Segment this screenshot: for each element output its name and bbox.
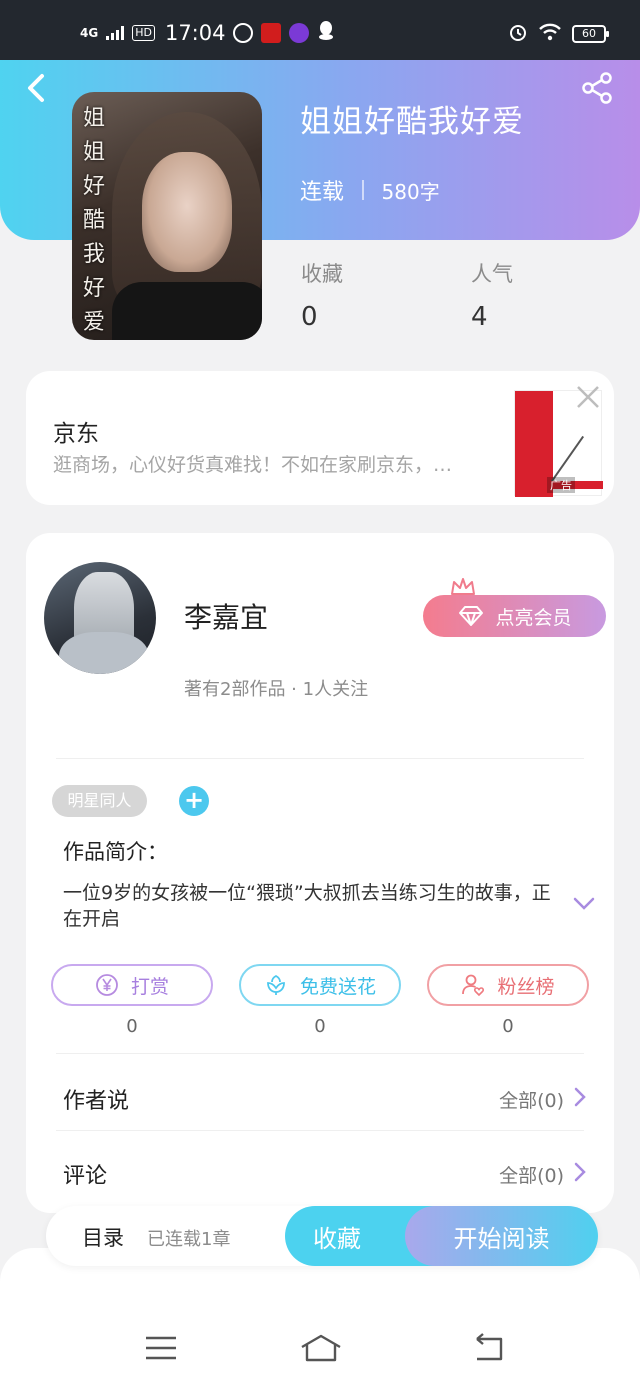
yen-icon: [96, 974, 118, 996]
chevron-right-icon[interactable]: [573, 1086, 587, 1108]
book-meta: 连载 580字: [300, 174, 440, 206]
author-notes-all-link[interactable]: 全部(0): [499, 1086, 564, 1113]
genre-tag[interactable]: 明星同人: [52, 785, 147, 817]
chevron-down-icon: [573, 897, 595, 910]
avatar[interactable]: [44, 562, 156, 674]
intro-text: 一位9岁的女孩被一位“猥琐”大叔抓去当练习生的故事，正在开启: [63, 882, 551, 930]
stat-favorites: 收藏 0: [301, 258, 343, 332]
app-notification-icon: [233, 22, 254, 43]
wifi-icon: [538, 23, 562, 45]
book-title: 姐姐好酷我好爱: [300, 104, 524, 140]
stat-value: 0: [301, 302, 318, 332]
fans-icon: [462, 974, 485, 997]
author-name[interactable]: 李嘉宜: [184, 596, 268, 636]
add-tag-button[interactable]: +: [179, 786, 209, 816]
stat-popularity: 人气 4: [471, 258, 513, 332]
comments-all-link[interactable]: 全部(0): [499, 1161, 564, 1188]
ad-card[interactable]: 京东 逛商场，心仪好货真难找！不如在家刷京东，… 广告: [26, 371, 614, 505]
alarm-icon: [508, 22, 528, 46]
fan-count: 0: [502, 1016, 514, 1037]
book-status: 连载: [300, 180, 345, 205]
comments-title: 评论: [63, 1164, 108, 1189]
stat-label: 人气: [471, 262, 513, 286]
menu-icon[interactable]: [144, 1333, 178, 1363]
fan-ranking-button[interactable]: 粉丝榜: [427, 964, 589, 1006]
cover-face: [142, 152, 232, 272]
share-icon: [582, 72, 612, 104]
app-notification-icon: [261, 22, 282, 43]
battery-icon: 60: [572, 25, 609, 43]
fan-ranking-label: 粉丝榜: [497, 975, 555, 998]
vip-button[interactable]: 点亮会员: [423, 595, 606, 637]
diamond-icon: [459, 606, 484, 626]
network-label: 4G: [80, 25, 99, 40]
reward-button[interactable]: 打赏: [51, 964, 213, 1006]
author-meta: 著有2部作品 · 1人关注: [184, 679, 369, 700]
stat-value: 4: [471, 302, 488, 332]
back-nav-icon[interactable]: [471, 1333, 505, 1363]
close-icon: [577, 386, 599, 408]
ad-label: 广告: [547, 477, 575, 493]
send-flower-label: 免费送花: [299, 975, 376, 998]
vip-label: 点亮会员: [495, 606, 572, 629]
expand-intro-button[interactable]: [572, 895, 596, 913]
toc-button[interactable]: 目录: [82, 1222, 124, 1252]
share-button[interactable]: [582, 72, 614, 104]
signal-icon: [106, 21, 125, 45]
author-notes-title: 作者说: [63, 1089, 130, 1114]
stat-label: 收藏: [301, 262, 343, 286]
divider: [56, 1130, 584, 1131]
intro-heading: 作品简介：: [63, 840, 168, 864]
cover-shirt: [112, 282, 262, 340]
chapter-count: 已连载1章: [147, 1229, 231, 1250]
hd-badge: HD: [132, 24, 155, 41]
ad-close-button[interactable]: [574, 383, 602, 411]
meta-divider: [362, 180, 364, 200]
divider: [56, 1053, 584, 1054]
qq-icon: [317, 20, 335, 45]
send-flower-button[interactable]: 免费送花: [239, 964, 401, 1006]
crown-icon: [451, 578, 475, 595]
ad-title: 京东: [53, 421, 99, 447]
start-reading-button[interactable]: 开始阅读: [405, 1206, 598, 1266]
ad-description: 逛商场，心仪好货真难找！不如在家刷京东，…: [53, 454, 453, 476]
status-time: 17:04: [164, 20, 226, 45]
cover-title-text: 姐姐好酷我好爱: [82, 106, 105, 335]
reward-label: 打赏: [130, 975, 169, 998]
home-icon[interactable]: [300, 1333, 342, 1363]
book-cover[interactable]: 姐姐好酷我好爱: [72, 92, 262, 340]
chevron-left-icon: [28, 74, 44, 102]
video-app-icon: [289, 22, 310, 43]
bottom-panel: [0, 1248, 640, 1387]
chevron-right-icon[interactable]: [573, 1161, 587, 1183]
avatar-body: [59, 632, 149, 674]
favorite-label: 收藏: [313, 1224, 361, 1253]
status-bar: 4G HD 17:04 60: [0, 0, 640, 60]
start-reading-label: 开始阅读: [453, 1224, 550, 1253]
reward-count: 0: [126, 1016, 138, 1037]
book-word-count: 580字: [381, 179, 440, 204]
back-button[interactable]: [20, 70, 54, 106]
flower-count: 0: [314, 1016, 326, 1037]
divider: [56, 758, 584, 759]
flower-icon: [267, 974, 285, 995]
